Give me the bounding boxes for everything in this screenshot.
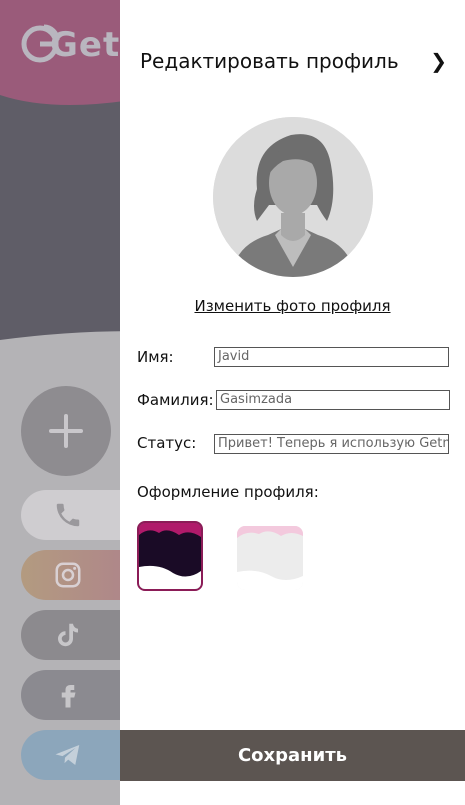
- save-button[interactable]: Сохранить: [120, 730, 465, 781]
- default-avatar-icon: [213, 117, 373, 277]
- status-label: Статус:: [137, 434, 197, 452]
- profile-avatar[interactable]: [213, 117, 373, 277]
- light-pink-theme-option[interactable]: [237, 526, 303, 590]
- status-input[interactable]: Привет! Теперь я использую Getm: [214, 434, 449, 454]
- light-theme-preview: [237, 526, 303, 590]
- first-name-label: Имя:: [137, 348, 174, 366]
- theme-label: Оформление профиля:: [137, 483, 319, 501]
- change-photo-link[interactable]: Изменить фото профиля: [120, 297, 465, 315]
- instagram-icon: [55, 562, 81, 588]
- close-panel-chevron-icon[interactable]: ❯: [430, 49, 447, 73]
- first-name-input[interactable]: Javid: [214, 347, 449, 367]
- facebook-icon: [61, 685, 76, 708]
- dark-theme-preview: [139, 523, 201, 589]
- edit-profile-panel: Редактировать профиль ❯ Изменить фото пр…: [120, 0, 465, 805]
- last-name-input[interactable]: Gasimzada: [216, 390, 450, 410]
- phone-icon: [56, 503, 80, 527]
- dark-pink-theme-option[interactable]: [137, 521, 203, 591]
- background-add-button: [21, 386, 111, 476]
- last-name-label: Фамилия:: [137, 391, 214, 409]
- page-title: Редактировать профиль: [140, 49, 399, 73]
- telegram-icon: [55, 745, 80, 765]
- tiktok-icon: [58, 623, 78, 647]
